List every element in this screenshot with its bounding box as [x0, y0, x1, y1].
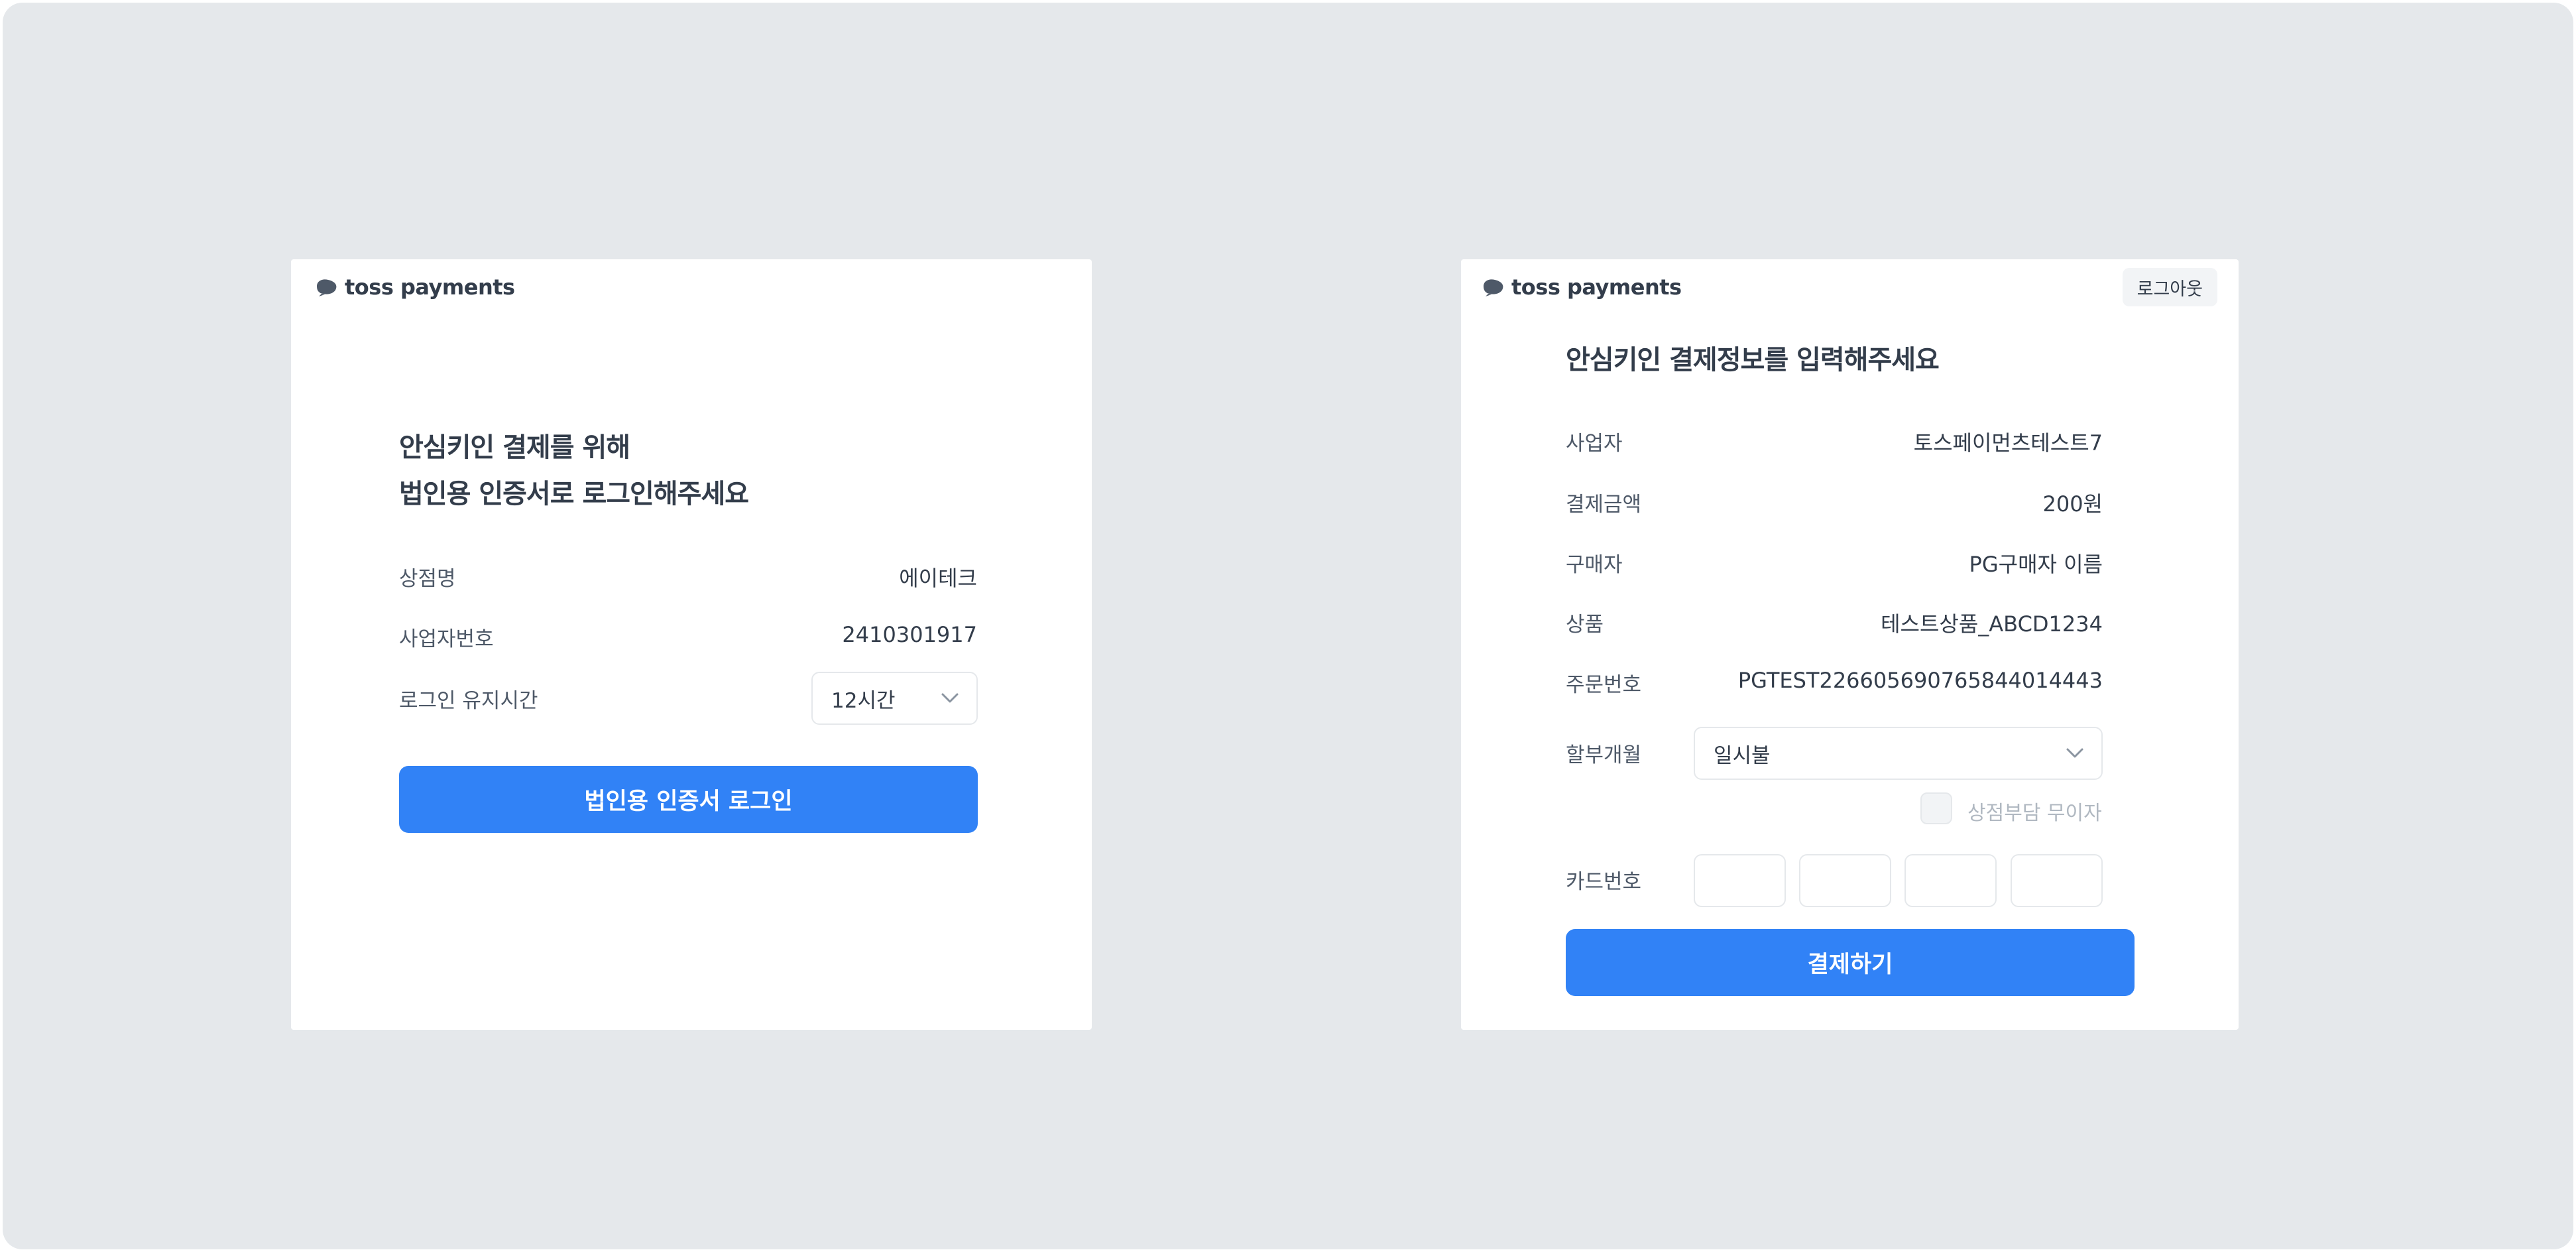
store-name-value: 에이테크 [899, 566, 977, 591]
login-title-line2: 법인용 인증서로 로그인해주세요 [399, 479, 749, 509]
chevron-down-icon [2066, 748, 2083, 758]
toss-logo-icon [1484, 279, 1503, 296]
card-number-segment-1[interactable] [1694, 854, 1786, 907]
page-background: toss payments 안심키인 결제를 위해 법인용 인증서로 로그인해주… [3, 3, 2573, 1249]
login-title-line1: 안심키인 결제를 위해 [399, 432, 630, 463]
payment-panel: toss payments 로그아웃 안심키인 결제정보를 입력해주세요 사업자… [1461, 259, 2239, 1030]
interest-free-checkbox[interactable] [1920, 792, 1952, 824]
merchant-value: 토스페이먼츠테스트7 [1913, 430, 2103, 456]
keep-login-selected-value: 12시간 [831, 688, 896, 713]
logo-text: toss payments [1511, 275, 1682, 300]
logo-text: toss payments [345, 275, 515, 300]
business-number-value: 2410301917 [842, 622, 977, 647]
product-value: 테스트상품_ABCD1234 [1881, 611, 2103, 637]
amount-value: 200원 [2042, 491, 2103, 517]
store-name-label: 상점명 [399, 567, 456, 591]
keep-login-label: 로그인 유지시간 [399, 689, 538, 713]
toss-logo-icon [317, 279, 337, 296]
pay-button[interactable]: 결제하기 [1566, 929, 2135, 996]
installment-label: 할부개월 [1566, 743, 1642, 767]
certificate-login-button[interactable]: 법인용 인증서 로그인 [399, 766, 978, 833]
payment-title: 안심키인 결제정보를 입력해주세요 [1566, 345, 1940, 375]
card-number-label: 카드번호 [1566, 870, 1642, 894]
order-number-label: 주문번호 [1566, 673, 1642, 697]
toss-payments-logo: toss payments [314, 273, 515, 302]
installment-selected-value: 일시불 [1714, 743, 1771, 768]
business-number-label: 사업자번호 [399, 627, 494, 651]
login-panel: toss payments 안심키인 결제를 위해 법인용 인증서로 로그인해주… [291, 259, 1092, 1030]
card-number-segment-4[interactable] [2011, 854, 2103, 907]
buyer-label: 구매자 [1566, 553, 1623, 577]
card-number-segment-3[interactable] [1904, 854, 1997, 907]
interest-free-label: 상점부담 무이자 [1967, 802, 2102, 825]
toss-payments-logo: toss payments [1481, 273, 1682, 302]
merchant-label: 사업자 [1566, 432, 1623, 456]
product-label: 상품 [1566, 613, 1604, 637]
card-number-segment-2[interactable] [1799, 854, 1891, 907]
amount-label: 결제금액 [1566, 493, 1642, 517]
installment-select[interactable]: 일시불 [1694, 727, 2103, 780]
logout-button[interactable]: 로그아웃 [2122, 268, 2217, 306]
buyer-value: PG구매자 이름 [1969, 552, 2103, 577]
chevron-down-icon [941, 693, 959, 703]
order-number-value: PGTEST22660569076584401444​3 [1737, 668, 2103, 693]
keep-login-select[interactable]: 12시간 [811, 672, 978, 725]
